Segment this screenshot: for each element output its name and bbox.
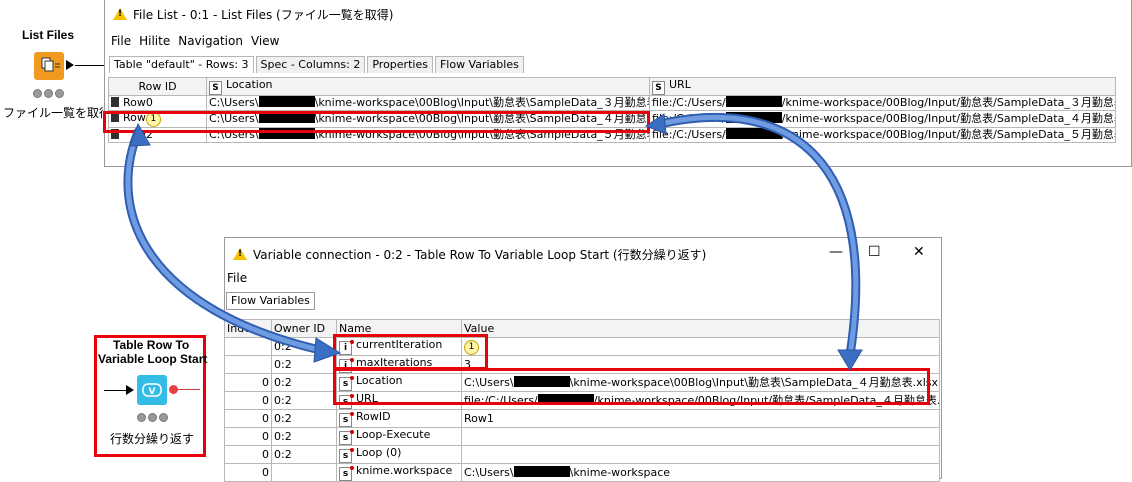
arrow-row-to-iteration [123,122,342,363]
arrow-location-to-url [644,112,863,371]
annotation-arrows [123,112,863,371]
